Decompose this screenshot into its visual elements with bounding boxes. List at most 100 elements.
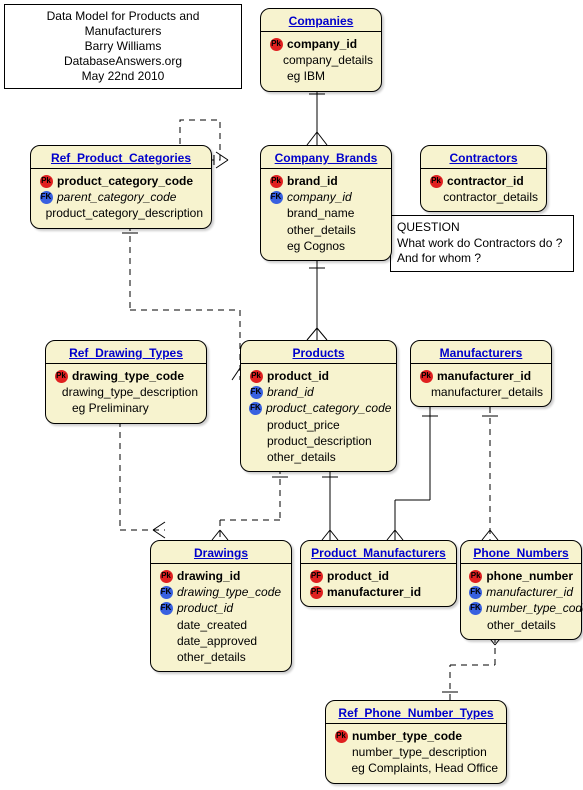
entity-ref-phone-number-types: Ref_Phone_Number_TypesPknumber_type_code…: [325, 700, 507, 784]
fk-key-icon: FK: [40, 191, 53, 204]
attribute-row: product_description: [249, 433, 388, 449]
attribute-row: manufacturer_details: [419, 384, 543, 400]
attribute-label: product_id: [177, 600, 233, 616]
attribute-label: brand_id: [267, 384, 314, 400]
pk-key-icon: Pk: [430, 175, 443, 188]
entity-attributes: Pkphone_numberFKmanufacturer_idFKnumber_…: [461, 564, 581, 639]
entity-attributes: Pkmanufacturer_idmanufacturer_details: [411, 364, 551, 406]
attribute-label: other_details: [177, 649, 246, 665]
fk-key-icon: FK: [469, 586, 482, 599]
entity-company-brands: Company_BrandsPkbrand_idFKcompany_idbran…: [260, 145, 392, 261]
attribute-row: eg Complaints, Head Office: [334, 760, 498, 776]
attribute-label: other_details: [267, 449, 336, 465]
attribute-label: eg Cognos: [287, 238, 345, 254]
attribute-row: FKmanufacturer_id: [469, 584, 573, 600]
entity-manufacturers: ManufacturersPkmanufacturer_idmanufactur…: [410, 340, 552, 407]
attribute-label: drawing_type_code: [72, 368, 184, 384]
entity-attributes: Pk number_type_codenumber_type_descriptio…: [326, 724, 506, 783]
entity-attributes: Pk drawing_type_codedrawing_type_descript…: [46, 364, 206, 423]
attribute-label: number_type_description: [352, 744, 487, 760]
attribute-row: eg Cognos: [269, 238, 383, 254]
entity-attributes: Pkcompany_idcompany_detailseg IBM: [261, 32, 381, 91]
attribute-row: PFmanufacturer_id: [309, 584, 448, 600]
entity-ref-drawing-types: Ref_Drawing_TypesPkdrawing_type_codedraw…: [45, 340, 207, 424]
attribute-row: eg Preliminary: [54, 400, 198, 416]
entity-title: Product_Manufacturers: [301, 541, 456, 564]
entity-title: Ref_Product_Categories: [31, 146, 211, 169]
pk-key-icon: Pk: [270, 175, 283, 188]
attribute-row: FKparent_category_code: [39, 189, 203, 205]
attribute-row: contractor_details: [429, 189, 538, 205]
attribute-label: product_description: [267, 433, 372, 449]
question-note-box: QUESTION What work do Contractors do ? A…: [390, 215, 574, 272]
title-line-4: May 22nd 2010: [13, 69, 233, 84]
entity-title: Phone_Numbers: [461, 541, 581, 564]
attribute-label: company_id: [287, 189, 352, 205]
entity-title: Contractors: [421, 146, 546, 169]
attribute-row: Pk company_id: [269, 36, 373, 52]
attribute-row: Pk product_id: [249, 368, 388, 384]
attribute-row: FK product_id: [159, 600, 283, 616]
attribute-label: manufacturer_id: [327, 584, 421, 600]
question-line-1: QUESTION: [397, 220, 567, 236]
fk-key-icon: FK: [249, 402, 262, 415]
attribute-label: eg IBM: [287, 68, 325, 84]
entity-title: Companies: [261, 9, 381, 32]
attribute-row: FKcompany_id: [269, 189, 383, 205]
attribute-label: product_category_code: [57, 173, 193, 189]
pk-key-icon: Pk: [250, 370, 263, 383]
title-line-3: DatabaseAnswers.org: [13, 54, 233, 69]
entity-attributes: Pk product_category_codeFKparent_category…: [31, 169, 211, 228]
pk-key-icon: Pk: [270, 38, 283, 51]
pf-key-icon: PF: [310, 570, 323, 583]
diagram-title-box: Data Model for Products and Manufacturer…: [4, 4, 242, 89]
question-line-2: What work do Contractors do ?: [397, 236, 567, 252]
attribute-label: number_type_code: [486, 600, 583, 616]
attribute-row: other_details: [469, 617, 573, 633]
entity-product-manufacturers: Product_ManufacturersPFproduct_idPFmanuf…: [300, 540, 457, 607]
pk-key-icon: Pk: [160, 570, 173, 583]
entity-title: Manufacturers: [411, 341, 551, 364]
attribute-row: other_details: [159, 649, 283, 665]
attribute-row: drawing_type_description: [54, 384, 198, 400]
attribute-label: eg Complaints, Head Office: [351, 760, 498, 776]
entity-title: Drawings: [151, 541, 291, 564]
entity-phone-numbers: Phone_Numbers Pk phone_numberFKmanufacture…: [460, 540, 582, 640]
attribute-label: phone_number: [486, 568, 573, 584]
attribute-label: date_approved: [177, 633, 257, 649]
attribute-row: Pk drawing_id: [159, 568, 283, 584]
question-line-3: And for whom ?: [397, 251, 567, 267]
attribute-label: drawing_id: [177, 568, 240, 584]
attribute-label: other_details: [487, 617, 556, 633]
attribute-row: PFproduct_id: [309, 568, 448, 584]
attribute-row: Pk product_category_code: [39, 173, 203, 189]
attribute-label: company_id: [287, 36, 357, 52]
attribute-label: product_id: [267, 368, 329, 384]
fk-key-icon: FK: [469, 602, 482, 615]
pk-key-icon: Pk: [469, 570, 482, 583]
entity-attributes: Pk drawing_idFKdrawing_type_code FK product…: [151, 564, 291, 671]
attribute-label: manufacturer_id: [437, 368, 531, 384]
attribute-row: date_approved: [159, 633, 283, 649]
title-line-1: Data Model for Products and Manufacturer…: [13, 9, 233, 39]
attribute-row: Pkcontractor_id: [429, 173, 538, 189]
attribute-label: brand_id: [287, 173, 338, 189]
attribute-label: product_category_description: [46, 205, 203, 221]
entity-contractors: Contractors Pkcontractor_idcontractor_det…: [420, 145, 547, 212]
pk-key-icon: Pk: [55, 370, 68, 383]
title-line-2: Barry Williams: [13, 39, 233, 54]
attribute-row: Pk brand_id: [269, 173, 383, 189]
attribute-row: Pk drawing_type_code: [54, 368, 198, 384]
pk-key-icon: Pk: [40, 175, 53, 188]
pk-key-icon: Pk: [335, 730, 348, 743]
attribute-label: drawing_type_description: [62, 384, 198, 400]
attribute-label: contractor_details: [443, 189, 538, 205]
attribute-label: date_created: [177, 617, 247, 633]
attribute-label: drawing_type_code: [177, 584, 281, 600]
entity-products: ProductsPkproduct_idFKbrand_idFKproduct_…: [240, 340, 397, 472]
attribute-label: number_type_code: [352, 728, 462, 744]
entity-attributes: Pkproduct_idFKbrand_idFKproduct_category…: [241, 364, 396, 471]
entity-drawings: DrawingsPkdrawing_idFKdrawing_type_codeF…: [150, 540, 292, 672]
attribute-row: FKdrawing_type_code: [159, 584, 283, 600]
fk-key-icon: FK: [160, 602, 173, 615]
